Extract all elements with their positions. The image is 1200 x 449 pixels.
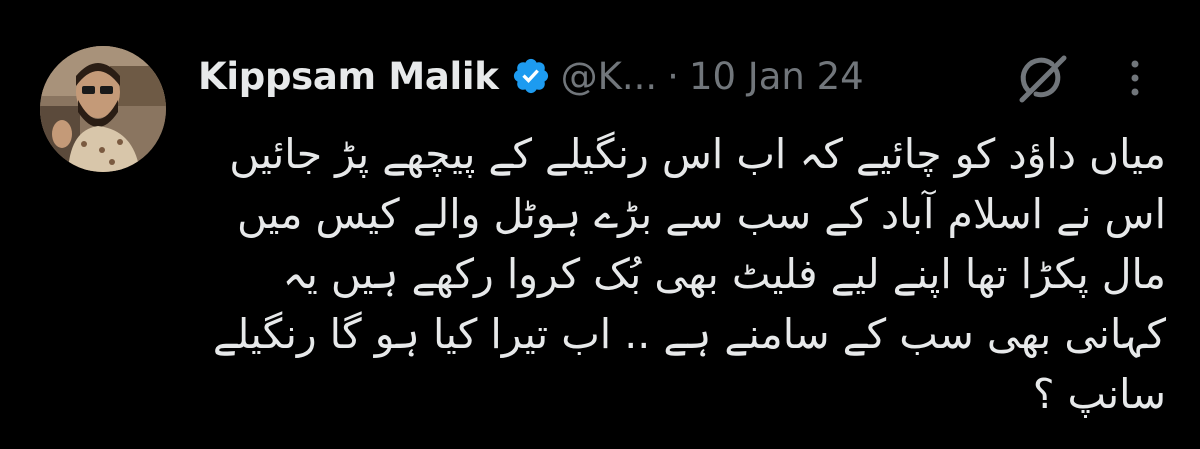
- tweet-text-line: سانپ ؟: [1032, 370, 1166, 418]
- tweet-card[interactable]: Kippsam Malik @K... · 10 Jan 24 میاں داؤ…: [0, 0, 1200, 449]
- tweet-text-line: میاں داؤد کو چائیے کہ اب اس رنگیلے کے پی…: [229, 130, 1166, 178]
- avatar-photo: [40, 46, 166, 172]
- author-handle[interactable]: @K...: [561, 55, 658, 98]
- tweet-header: Kippsam Malik @K... · 10 Jan 24: [198, 48, 864, 104]
- author-display-name[interactable]: Kippsam Malik: [198, 55, 499, 98]
- author-avatar[interactable]: [40, 46, 166, 172]
- verified-badge-icon[interactable]: [511, 56, 551, 96]
- grok-icon[interactable]: [1014, 52, 1070, 104]
- tweet-text-line: کہانی بھی سب کے سامنے ہے .. اب تیرا کیا …: [212, 310, 1166, 358]
- tweet-text-line: مال پکڑا تھا اپنے لیے فلیٹ بھی بُک کروا …: [282, 250, 1166, 298]
- header-separator: ·: [667, 54, 679, 98]
- tweet-date[interactable]: 10 Jan 24: [689, 55, 864, 98]
- tweet-text-line: اس نے اسلام آباد کے سب سے بڑے ہوٹل والے …: [236, 190, 1166, 238]
- tweet-text: میاں داؤد کو چائیے کہ اب اس رنگیلے کے پی…: [196, 124, 1166, 424]
- more-options-icon[interactable]: [1122, 56, 1148, 100]
